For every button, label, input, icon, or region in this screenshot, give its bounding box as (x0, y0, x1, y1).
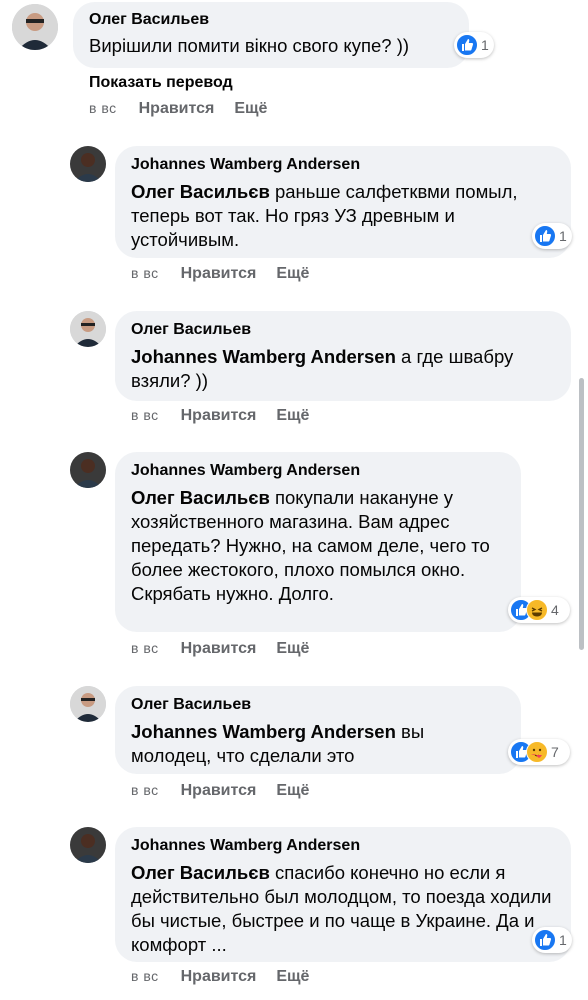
comment-actions: в вс Нравится Ещё (131, 968, 329, 986)
avatar-oleg[interactable] (70, 686, 106, 722)
comment-time[interactable]: в вс (131, 968, 159, 984)
comment-actions: в вс Нравится Ещё (131, 782, 329, 800)
comment-time[interactable]: в вс (131, 407, 159, 423)
comment-author[interactable]: Олег Васильев (89, 11, 453, 29)
comment-text: Олег Васильєв раньше салфетквми помыл, т… (131, 181, 518, 250)
like-button[interactable]: Нравится (181, 782, 257, 799)
comment-actions: в вс Нравится Ещё (89, 100, 287, 118)
comment-author[interactable]: Johannes Wamberg Andersen (131, 462, 505, 480)
comment-bubble: Johannes Wamberg Andersen Олег Васильєв … (115, 452, 521, 632)
comment-text: Johannes Wamberg Andersen вы молодец, чт… (131, 721, 425, 766)
comment-bubble: Олег Васильев Johannes Wamberg Andersen … (115, 686, 521, 774)
scrollbar-thumb[interactable] (579, 378, 584, 650)
reaction-count: 1 (559, 228, 567, 244)
like-icon (456, 34, 478, 56)
more-button[interactable]: Ещё (276, 265, 309, 282)
comment-text: Вирішили помити вікно свого купе? )) (89, 35, 410, 56)
like-icon (534, 929, 556, 951)
comment-bubble: Олег Васильев Вирішили помити вікно свог… (73, 2, 469, 68)
like-button[interactable]: Нравится (139, 100, 215, 117)
like-button[interactable]: Нравится (181, 407, 257, 424)
avatar-johannes[interactable] (70, 146, 106, 182)
comment-text: Johannes Wamberg Andersen а где швабру в… (131, 346, 514, 391)
reaction-count: 1 (481, 37, 489, 53)
comment-bubble: Johannes Wamberg Andersen Олег Васильєв … (115, 827, 571, 962)
comment-actions: в вс Нравится Ещё (131, 640, 329, 658)
reaction-summary[interactable]: 1 (532, 927, 572, 953)
reaction-count: 4 (551, 602, 559, 618)
more-button[interactable]: Ещё (276, 407, 309, 424)
mention-link[interactable]: Олег Васильєв (131, 862, 270, 883)
comment-bubble: Johannes Wamberg Andersen Олег Васильєв … (115, 146, 571, 258)
avatar-johannes[interactable] (70, 452, 106, 488)
mention-link[interactable]: Олег Васильєв (131, 181, 270, 202)
comment-text: Олег Васильєв спасибо конечно но если я … (131, 862, 552, 955)
reaction-summary[interactable]: 1 (532, 223, 572, 249)
reaction-count: 7 (551, 744, 559, 760)
comment-time[interactable]: в вс (89, 100, 117, 116)
reaction-summary[interactable]: 7 (508, 739, 570, 765)
comment-time[interactable]: в вс (131, 265, 159, 281)
mention-link[interactable]: Олег Васильєв (131, 487, 270, 508)
like-button[interactable]: Нравится (181, 968, 257, 985)
reaction-summary[interactable]: 1 (454, 32, 494, 58)
avatar-oleg[interactable] (12, 4, 58, 50)
care-icon (526, 741, 548, 763)
like-button[interactable]: Нравится (181, 640, 257, 657)
comment-text: Олег Васильєв покупали накануне у хозяйс… (131, 487, 490, 604)
mention-link[interactable]: Johannes Wamberg Andersen (131, 721, 396, 742)
more-button[interactable]: Ещё (234, 100, 267, 117)
like-button[interactable]: Нравится (181, 265, 257, 282)
comment-author[interactable]: Johannes Wamberg Andersen (131, 156, 555, 174)
avatar-johannes[interactable] (70, 827, 106, 863)
haha-icon (526, 599, 548, 621)
comment-actions: в вс Нравится Ещё (131, 265, 329, 283)
more-button[interactable]: Ещё (276, 968, 309, 985)
more-button[interactable]: Ещё (276, 640, 309, 657)
comment-time[interactable]: в вс (131, 782, 159, 798)
avatar-oleg[interactable] (70, 311, 106, 347)
comment-actions: в вс Нравится Ещё (131, 407, 329, 425)
more-button[interactable]: Ещё (276, 782, 309, 799)
like-icon (534, 225, 556, 247)
show-translation-link[interactable]: Показать перевод (89, 74, 233, 92)
comment-author[interactable]: Johannes Wamberg Andersen (131, 837, 555, 855)
comment-author[interactable]: Олег Васильев (131, 696, 505, 714)
mention-link[interactable]: Johannes Wamberg Andersen (131, 346, 396, 367)
reaction-summary[interactable]: 4 (508, 597, 570, 623)
reaction-count: 1 (559, 932, 567, 948)
comment-time[interactable]: в вс (131, 640, 159, 656)
comment-bubble: Олег Васильев Johannes Wamberg Andersen … (115, 311, 571, 401)
comment-author[interactable]: Олег Васильев (131, 321, 555, 339)
